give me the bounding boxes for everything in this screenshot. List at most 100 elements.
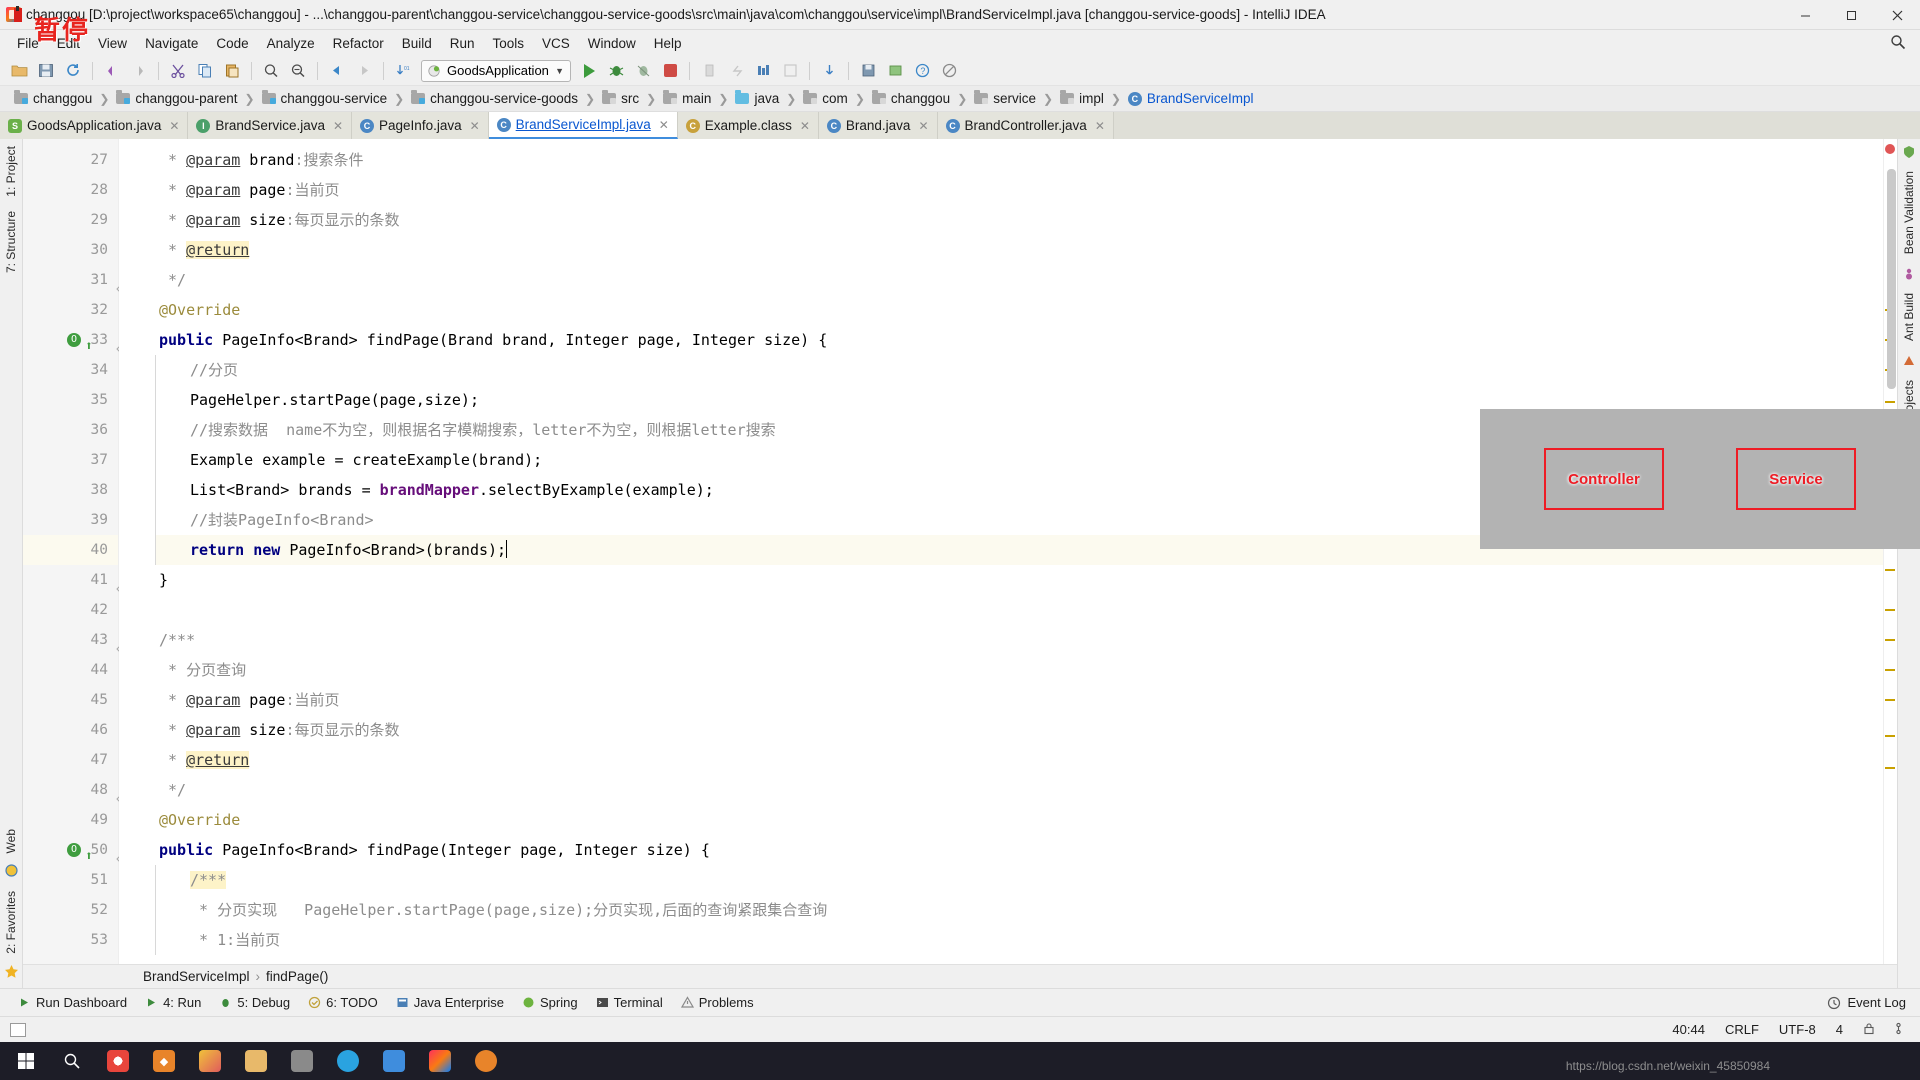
sync-icon[interactable] [60,59,86,83]
taskbar-files-icon[interactable] [282,1042,322,1080]
caret-position[interactable]: 40:44 [1672,1022,1705,1037]
windows-start-icon[interactable] [6,1042,46,1080]
breadcrumb-item-changgou-pkg[interactable]: changgou [866,90,956,106]
code-line[interactable] [119,595,1883,625]
sidebar-item-project[interactable]: 1: Project [1,139,21,204]
tab-goodsapplication[interactable]: S GoodsApplication.java ✕ [0,112,189,139]
code-line[interactable]: * @return [119,235,1883,265]
sidebar-item-bean-validation[interactable]: Bean Validation [1899,164,1919,261]
editor-scrollbar-thumb[interactable] [1887,169,1896,389]
tab-brand[interactable]: C Brand.java ✕ [818,112,938,139]
close-icon[interactable]: ✕ [659,118,669,132]
taskbar-notes-icon[interactable] [374,1042,414,1080]
code-marker-tick[interactable] [1885,639,1895,641]
save-settings-icon[interactable] [855,59,881,83]
tool-problems[interactable]: Problems [680,995,754,1010]
sync-project-icon[interactable] [777,59,803,83]
copy-icon[interactable] [192,59,218,83]
replace-icon[interactable] [285,59,311,83]
favorites-star-icon[interactable] [4,961,19,988]
profile-icon[interactable] [696,59,722,83]
breadcrumb-item-brandserviceimpl[interactable]: C BrandServiceImpl [1122,91,1260,106]
breadcrumb-item-changgou-parent[interactable]: changgou-parent [110,90,243,106]
redo-icon[interactable] [126,59,152,83]
code-line[interactable]: * 分页查询 [119,655,1883,685]
ant-build-icon[interactable] [1902,261,1916,286]
web-icon[interactable] [4,860,19,884]
override-marker-icon[interactable]: O [67,333,81,347]
taskbar-browser-icon[interactable] [328,1042,368,1080]
code-line[interactable]: * @param size:每页显示的条数 [119,205,1883,235]
taskbar-explorer-icon[interactable] [236,1042,276,1080]
menu-run[interactable]: Run [441,33,484,54]
maximize-button[interactable] [1828,0,1874,30]
breadcrumb-item-impl[interactable]: impl [1054,90,1110,106]
menu-tools[interactable]: Tools [484,33,534,54]
code-line[interactable]: @Override [119,295,1883,325]
breadcrumb-item-main[interactable]: main [657,90,717,106]
code-line[interactable]: * 分页实现 PageHelper.startPage(page,size);分… [155,895,1883,925]
breadcrumb-item-java[interactable]: java [729,90,785,106]
tool-java-enterprise[interactable]: Java Enterprise [396,995,504,1010]
menu-build[interactable]: Build [393,33,441,54]
help-icon[interactable]: ? [909,59,935,83]
menu-window[interactable]: Window [579,33,645,54]
compile-icon[interactable]: 01 [390,59,416,83]
status-indicator-icon[interactable] [10,1022,26,1037]
breadcrumb-class[interactable]: BrandServiceImpl [143,969,250,984]
tab-brandservice[interactable]: I BrandService.java ✕ [188,112,353,139]
menu-vcs[interactable]: VCS [533,33,579,54]
line-separator[interactable]: CRLF [1725,1022,1759,1037]
menu-edit[interactable]: Edit [48,33,89,54]
error-indicator[interactable] [1885,144,1895,154]
close-icon[interactable]: ✕ [800,119,810,133]
code-line[interactable]: public PageInfo<Brand> findPage(Integer … [119,835,1883,865]
undo-icon[interactable] [99,59,125,83]
code-line[interactable]: /*** [119,625,1883,655]
save-all-icon[interactable] [33,59,59,83]
run-configuration-selector[interactable]: GoodsApplication ▼ [421,59,571,82]
structure-icon[interactable] [750,59,776,83]
maven-projects-icon[interactable] [1902,348,1916,373]
taskbar-media-icon[interactable] [466,1042,506,1080]
tab-brandcontroller[interactable]: C BrandController.java ✕ [937,112,1114,139]
tool-debug[interactable]: 5: Debug [219,995,290,1010]
run-with-coverage-button[interactable] [630,59,656,83]
code-line[interactable]: //分页 [155,355,1883,385]
tab-example-class[interactable]: C Example.class ✕ [677,112,819,139]
editor-scroll-area[interactable]: 27 28 29 30 31 32 33 O ⬆ 34 35 36 37 38 39 40 41 42 43 44 45… [23,139,1897,964]
code-marker-tick[interactable] [1885,767,1895,769]
breadcrumb-item-changgou-service-goods[interactable]: changgou-service-goods [405,90,584,106]
sidebar-item-favorites[interactable]: 2: Favorites [1,884,21,961]
code-line[interactable]: * @return [119,745,1883,775]
forward-icon[interactable] [351,59,377,83]
indent-size[interactable]: 4 [1836,1022,1843,1037]
tool-terminal[interactable]: Terminal [596,995,663,1010]
breadcrumb-item-changgou-service[interactable]: changgou-service [256,90,394,106]
open-folder-icon[interactable] [6,59,32,83]
code-marker-tick[interactable] [1885,699,1895,701]
menu-navigate[interactable]: Navigate [136,33,207,54]
line-number-gutter[interactable]: 27 28 29 30 31 32 33 O ⬆ 34 35 36 37 38 39 40 41 42 43 44 45… [23,139,126,964]
code-line[interactable]: * @param brand:搜索条件 [119,145,1883,175]
menu-help[interactable]: Help [645,33,691,54]
breadcrumb-item-com[interactable]: com [797,90,854,106]
sidebar-item-structure[interactable]: 7: Structure [1,204,21,280]
search-everywhere-icon[interactable] [1890,34,1906,53]
close-icon[interactable]: ✕ [1095,119,1105,133]
code-marker-tick[interactable] [1885,735,1895,737]
vcs-update-icon[interactable] [816,59,842,83]
tab-pageinfo[interactable]: C PageInfo.java ✕ [352,112,489,139]
breadcrumb-item-changgou[interactable]: changgou [8,90,98,106]
tab-brandserviceimpl[interactable]: C BrandServiceImpl.java ✕ [488,112,678,139]
cut-icon[interactable] [165,59,191,83]
menu-refactor[interactable]: Refactor [324,33,393,54]
close-icon[interactable]: ✕ [470,119,480,133]
lock-icon[interactable] [1863,1022,1875,1038]
breadcrumb-item-service[interactable]: service [968,90,1042,106]
menu-file[interactable]: File [8,33,48,54]
code-line[interactable]: * @param page:当前页 [119,175,1883,205]
file-encoding[interactable]: UTF-8 [1779,1022,1816,1037]
sidebar-item-web[interactable]: Web [1,822,21,860]
close-icon[interactable]: ✕ [333,119,343,133]
